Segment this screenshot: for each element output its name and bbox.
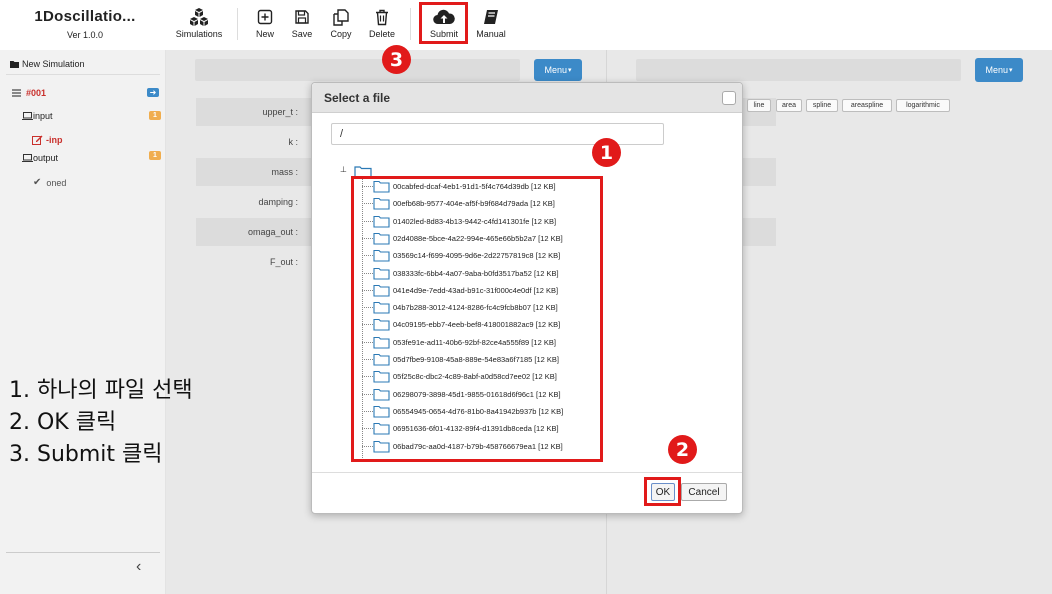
check-icon: ✔ <box>33 177 42 188</box>
simulations-button[interactable]: Simulations <box>172 6 226 42</box>
floppy-icon <box>288 6 316 28</box>
edit-icon <box>32 135 43 145</box>
param-label: mass : <box>271 167 298 177</box>
sidebar: New Simulation #001 ➜ input 1 -inp outpu… <box>0 50 166 594</box>
laptop-icon <box>22 112 33 120</box>
right-menu-label: Menu <box>985 65 1008 75</box>
app-title: 1Doscillatio... <box>34 8 136 25</box>
oned-item[interactable]: ✔ oned <box>33 177 66 188</box>
simulation-item[interactable]: #001 <box>12 88 46 98</box>
app-version: Ver 1.0.0 <box>66 30 104 40</box>
arrow-right-icon[interactable]: ➜ <box>147 88 159 97</box>
chart-type-area[interactable]: area <box>776 99 802 112</box>
save-label: Save <box>291 29 313 39</box>
param-label: k : <box>288 137 298 147</box>
tree-expand-icon[interactable]: ⊥ <box>340 165 347 174</box>
output-item[interactable]: output <box>22 153 58 163</box>
oned-label: oned <box>46 177 67 188</box>
app-brand: 1Doscillatio... Ver 1.0.0 <box>8 8 162 44</box>
copy-icon <box>326 6 356 28</box>
trash-icon <box>366 6 398 28</box>
left-pane-header <box>195 59 520 81</box>
chart-type-areaspline[interactable]: areaspline <box>842 99 892 112</box>
output-label: output <box>33 153 59 163</box>
manual-button[interactable]: Manual <box>473 6 509 42</box>
collapse-sidebar-icon[interactable]: ‹ <box>136 558 141 576</box>
inp-item[interactable]: -inp <box>32 135 63 145</box>
delete-button[interactable]: Delete <box>366 6 398 42</box>
toolbar-divider <box>237 8 238 40</box>
right-menu-button[interactable]: Menu ▾ <box>975 58 1023 82</box>
close-button[interactable] <box>722 91 736 105</box>
toolbar-divider <box>410 8 411 40</box>
instructions: 1. 하나의 파일 선택 2. OK 클릭 3. Submit 클릭 <box>9 375 193 471</box>
param-label: omaga_out : <box>247 227 298 237</box>
simulations-label: Simulations <box>175 29 223 39</box>
list-icon <box>12 89 21 97</box>
new-button[interactable]: New <box>251 6 279 42</box>
chart-type-spline[interactable]: spline <box>806 99 838 112</box>
sidebar-divider <box>6 74 160 75</box>
new-simulation-label: New Simulation <box>22 59 85 69</box>
file-list-highlight <box>351 176 603 462</box>
inp-label: -inp <box>46 135 63 145</box>
step-2-marker: 2 <box>668 435 697 464</box>
instruction-step: 1. 하나의 파일 선택 <box>9 378 193 403</box>
submit-highlight <box>419 2 468 44</box>
dialog-title: Select a file <box>324 91 391 105</box>
param-label: F_out : <box>269 257 298 267</box>
new-simulation-item[interactable]: New Simulation <box>10 59 85 69</box>
input-item[interactable]: input <box>22 111 53 121</box>
new-label: New <box>255 29 274 39</box>
chart-type-logarithmic[interactable]: logarithmic <box>896 99 950 112</box>
instruction-step: 3. Submit 클릭 <box>9 442 163 467</box>
output-badge: 1 <box>149 151 161 160</box>
param-label: damping : <box>258 197 298 207</box>
step-1-marker: 1 <box>592 138 621 167</box>
ok-highlight <box>644 477 681 506</box>
step-3-marker: 3 <box>382 45 411 74</box>
cancel-button[interactable]: Cancel <box>681 483 727 501</box>
right-pane-header <box>636 59 961 81</box>
param-label: upper_t : <box>262 107 298 117</box>
book-icon <box>473 6 509 28</box>
folder-icon <box>10 61 19 68</box>
caret-down-icon: ▾ <box>1009 67 1013 74</box>
simulation-id: #001 <box>26 88 47 98</box>
sidebar-divider <box>6 552 160 553</box>
dialog-footer-divider <box>312 472 742 473</box>
copy-label: Copy <box>330 29 352 39</box>
laptop-icon <box>22 154 33 162</box>
left-menu-label: Menu <box>544 65 567 75</box>
caret-down-icon: ▾ <box>568 67 572 74</box>
instruction-step: 2. OK 클릭 <box>9 410 117 435</box>
chart-type-line[interactable]: line <box>747 99 771 112</box>
dialog-header: Select a file <box>312 83 742 113</box>
plus-square-icon <box>251 6 279 28</box>
left-menu-button[interactable]: Menu ▾ <box>534 59 582 81</box>
save-button[interactable]: Save <box>288 6 316 42</box>
manual-label: Manual <box>476 29 506 39</box>
cubes-icon <box>172 6 226 28</box>
input-badge: 1 <box>149 111 161 120</box>
copy-button[interactable]: Copy <box>326 6 356 42</box>
delete-label: Delete <box>368 29 395 39</box>
input-label: input <box>33 111 53 121</box>
